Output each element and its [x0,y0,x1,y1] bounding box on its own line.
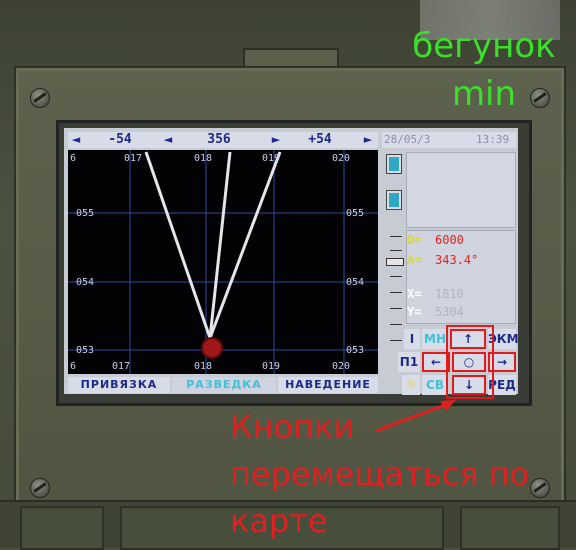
map-corner-label: 6 [70,361,77,372]
mn-button[interactable]: МН [422,329,448,349]
slider-tick [390,276,402,277]
slider-tick [390,340,402,341]
scale-center-right-arrow-icon[interactable]: ► [270,133,282,147]
buttons-annotation: Кнопки перемещаться по карте [230,404,576,545]
slider-annotation-line: бегунок [412,26,556,66]
distance-value: 6000 [435,233,464,247]
tab-razvedka[interactable]: РАЗВЕДКА [172,377,276,393]
map-top-label: 020 [332,153,351,164]
scale-left-value: -54 [108,132,132,147]
p1-button[interactable]: П1 [398,352,420,372]
fire-sector-left-line [144,151,212,339]
slider-max-indicator [386,154,402,174]
azimuth-label: A= [407,253,422,267]
map-bottom-label: 020 [332,361,351,372]
map-top-label: 018 [194,153,213,164]
map-corner-label: 6 [70,153,77,164]
y-coord-label: Y= [407,305,422,319]
slider-tick [390,292,402,293]
range-slider-track[interactable] [384,150,404,348]
map-bottom-label: 018 [194,361,213,372]
x-coord-value: 1810 [435,287,464,301]
scale-center-left-arrow-icon[interactable]: ◄ [162,133,174,147]
status-bar: 28/05/3 13:39 [382,132,516,148]
lower-plate-segment [20,506,104,550]
readout-panel: D= 6000 A= 343.4° X= 1810 Y= 5304 [406,230,516,324]
buttons-annotation-line: карте [230,502,328,540]
own-position-marker [201,337,223,359]
sv-button[interactable]: СВ [422,375,448,395]
map-right-label: 054 [346,277,365,288]
date-display: 28/05/3 [384,133,431,146]
azimuth-value: 343.4° [435,253,479,267]
scale-left-arrow-icon[interactable]: ◄ [70,133,82,147]
map-top-label: 019 [262,153,281,164]
slider-tick [390,324,402,325]
scale-center-value: 356 [207,132,231,147]
tactical-map[interactable]: 6 017 018 019 020 055 055 054 054 053 05… [68,150,378,374]
slider-min-thumb[interactable] [386,258,404,266]
buttons-annotation-line: Кнопки [230,408,355,446]
x-coord-label: X= [407,287,422,301]
slider-tick [390,308,402,309]
slider-annotation: бегунок min [404,22,564,118]
map-left-label: 053 [76,345,95,356]
map-bottom-label: 019 [262,361,281,372]
tab-navedenie[interactable]: НАВЕДЕНИЕ [278,377,378,393]
t-button[interactable]: I [404,329,420,349]
distance-label: D= [407,233,422,247]
slider-tick [390,236,402,237]
map-grid [68,150,378,374]
buttons-annotation-line: перемещаться по [230,455,530,493]
map-bottom-label: 017 [112,361,131,372]
time-display: 13:39 [476,133,510,146]
map-left-label: 054 [76,277,95,288]
screw-icon [30,478,50,498]
slider-annotation-line: min [451,74,517,114]
tab-privyazka[interactable]: ПРИВЯЗКА [68,377,170,393]
scale-right-value: +54 [308,132,332,147]
sun-icon[interactable]: ☼ [402,375,420,395]
slider-mid-indicator [386,190,402,210]
scale-right-arrow-icon[interactable]: ► [362,133,374,147]
map-left-label: 055 [76,208,95,219]
map-right-label: 055 [346,208,365,219]
slider-tick [390,250,402,251]
map-right-label: 053 [346,345,365,356]
info-panel [406,152,516,228]
map-top-label: 017 [124,153,143,164]
screw-icon [30,88,50,108]
y-coord-value: 5304 [435,305,464,319]
navigation-keys-highlight [446,325,494,399]
